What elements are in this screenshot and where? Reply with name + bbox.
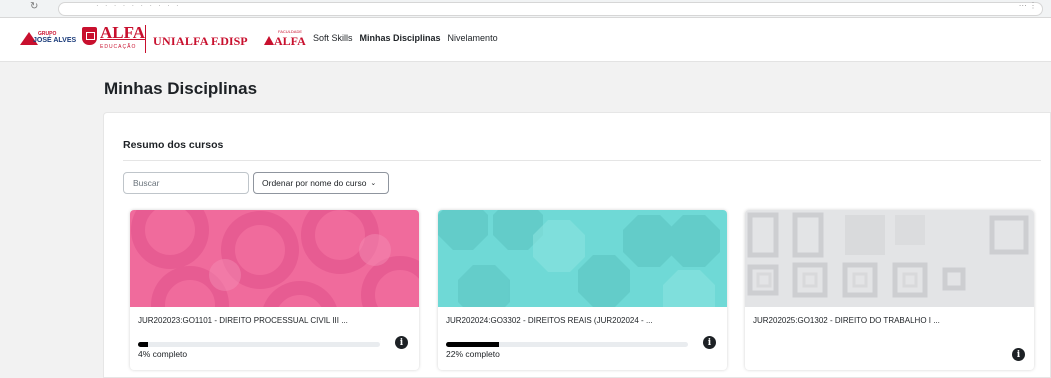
nav-link-minhas-disciplinas[interactable]: Minhas Disciplinas bbox=[360, 33, 441, 43]
logo-faculdade-alfa[interactable]: FACULDADE ALFA bbox=[274, 29, 306, 49]
progress-bar bbox=[446, 342, 688, 347]
sort-label: Ordenar por nome do curso bbox=[262, 178, 367, 188]
logo-divider bbox=[145, 25, 146, 53]
triangle-icon bbox=[264, 36, 274, 45]
sort-dropdown-button[interactable]: Ordenar por nome do curso ⌄ bbox=[253, 172, 389, 194]
extension-icons[interactable]: ⋯ ⋮ bbox=[1019, 1, 1037, 10]
shield-icon bbox=[82, 27, 97, 45]
course-card[interactable]: JUR202025:GO1302 - DIREITO DO TRABALHO I… bbox=[745, 210, 1034, 370]
course-card[interactable]: JUR202024:GO3302 - DIREITOS REAIS (JUR20… bbox=[438, 210, 727, 370]
section-title: Resumo dos cursos bbox=[123, 139, 224, 151]
logo-unialfa[interactable]: UNIALFA bbox=[153, 34, 209, 49]
chevron-down-icon: ⌄ bbox=[370, 180, 377, 187]
primary-navigation: Soft Skills Minhas Disciplinas Nivelamen… bbox=[313, 33, 505, 43]
course-card[interactable]: JUR202023:GO1101 - DIREITO PROCESSUAL CI… bbox=[130, 210, 419, 370]
course-name-link[interactable]: JUR202024:GO3302 - DIREITOS REAIS (JUR20… bbox=[446, 316, 706, 325]
progress-bar bbox=[138, 342, 380, 347]
info-icon[interactable]: i bbox=[703, 336, 716, 349]
course-image[interactable] bbox=[438, 210, 727, 307]
top-navbar: GRUPO JOSÉ ALVES ALFA EDUCAÇÃO UNIALFA F… bbox=[0, 18, 1051, 62]
logo-fadisp[interactable]: F.DISP bbox=[211, 34, 248, 49]
page-title: Minhas Disciplinas bbox=[104, 79, 258, 98]
course-image[interactable] bbox=[130, 210, 419, 307]
divider bbox=[123, 160, 1041, 161]
address-bar[interactable] bbox=[58, 2, 1043, 16]
course-overview-block: Resumo dos cursos Ordenar por nome do cu… bbox=[103, 112, 1051, 378]
info-icon[interactable]: i bbox=[395, 336, 408, 349]
progress-label: 4% completo bbox=[138, 349, 188, 359]
search-input[interactable] bbox=[123, 172, 249, 194]
address-text: · · · · · · · · · · bbox=[96, 1, 181, 10]
info-icon[interactable]: i bbox=[1012, 348, 1025, 361]
course-image[interactable] bbox=[745, 210, 1034, 307]
logo-grupo-jose-alves[interactable]: GRUPO JOSÉ ALVES bbox=[20, 29, 76, 51]
nav-link-soft-skills[interactable]: Soft Skills bbox=[313, 33, 353, 43]
nav-link-nivelamento[interactable]: Nivelamento bbox=[448, 33, 498, 43]
course-name-link[interactable]: JUR202025:GO1302 - DIREITO DO TRABALHO I… bbox=[753, 316, 1013, 325]
course-name-link[interactable]: JUR202023:GO1101 - DIREITO PROCESSUAL CI… bbox=[138, 316, 398, 325]
browser-chrome: ↻ · · · · · · · · · · ⋯ ⋮ bbox=[0, 0, 1051, 18]
logo-alfa[interactable]: ALFA EDUCAÇÃO bbox=[100, 23, 145, 50]
reload-icon[interactable]: ↻ bbox=[30, 1, 38, 12]
progress-fill bbox=[446, 342, 500, 347]
progress-fill bbox=[138, 342, 148, 347]
progress-label: 22% completo bbox=[446, 349, 500, 359]
